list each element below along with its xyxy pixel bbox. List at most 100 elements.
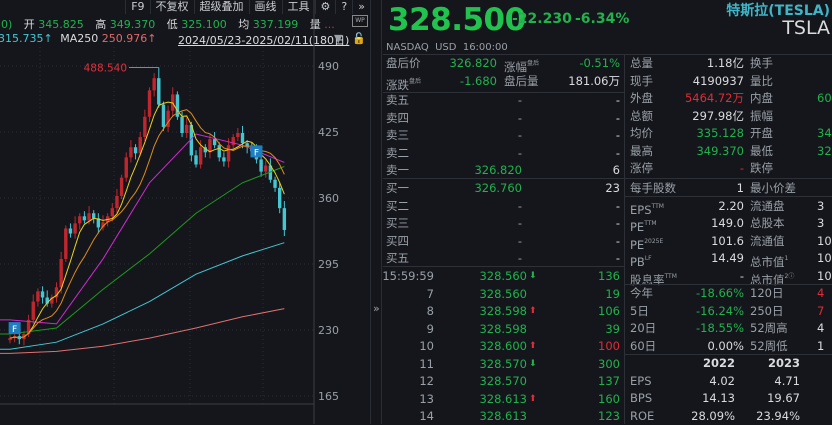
after-hours-value: 181.06万: [568, 73, 620, 88]
candle-body: [273, 179, 277, 188]
stat-label-sup: TTM: [651, 202, 664, 210]
candle-body: [185, 124, 189, 134]
divider: [383, 178, 624, 179]
stat-value-truncated: 1: [817, 338, 825, 353]
stat-label-text: 开盘: [750, 126, 773, 140]
bid-price: 326.760: [474, 181, 522, 195]
candle-body: [115, 195, 119, 209]
bid-qty: -: [615, 251, 620, 265]
stat-label: 20日: [630, 320, 656, 337]
ma250-line: [0, 308, 285, 354]
stat-label-text: 外盘: [630, 91, 653, 105]
financials-value: 4.71: [774, 373, 800, 388]
stat-value-truncated: 4: [817, 286, 825, 300]
y-tick-label: 165: [318, 390, 339, 403]
ask-price: -: [517, 110, 522, 125]
tick-time: 10: [419, 339, 434, 353]
stat-value: 14.49: [711, 251, 744, 265]
stat-label-text: 流通值: [750, 233, 785, 248]
ask-label: 卖一: [386, 163, 409, 177]
arrow-up-icon: ⬆: [529, 393, 537, 404]
stat-label-sup: 2ⓘ: [784, 272, 795, 280]
bid-price: -: [517, 233, 522, 248]
after-hours-value: 326.820: [449, 56, 497, 70]
collapse-icon[interactable]: »: [373, 302, 380, 315]
financials-value: 23.94%: [756, 408, 800, 423]
y-tick-label: 360: [318, 192, 339, 205]
stat-label: 120日: [750, 285, 783, 302]
stat-label: 开盘: [750, 125, 773, 142]
tick-qty: 123: [598, 409, 620, 423]
stat-value: 0.00%: [707, 338, 744, 353]
price-change-pct: -6.34%: [575, 11, 630, 27]
tick-price: 328.560: [479, 286, 527, 301]
stat-value: 1.18亿: [706, 56, 744, 70]
stat-label-text: 流通盘: [750, 198, 785, 213]
stat-label: PBLF: [630, 250, 652, 269]
after-hours-label-sup: 盘后: [527, 60, 540, 67]
stat-label-sup: TTM: [664, 272, 677, 280]
bid-price: -: [517, 251, 522, 265]
stat-value-truncated: 10: [817, 268, 832, 283]
stat-label: 振幅: [750, 108, 773, 125]
tick-time: 14: [419, 409, 434, 423]
stat-label-text: 均价: [630, 126, 653, 140]
stat-label-sup: TTM: [644, 220, 657, 227]
after-hours-label-text: 盘后价: [386, 56, 421, 70]
tick-qty: 106: [598, 304, 620, 318]
divider: [383, 92, 624, 93]
candlestick-chart[interactable]: 490 425 360 295 230 165 488.540 F F: [0, 0, 370, 424]
tick-time: 15:59:59: [382, 269, 434, 283]
tick-price: 328.570: [479, 356, 527, 371]
candle-body: [212, 139, 217, 146]
candle-body: [78, 216, 82, 224]
ask-label: 卖四: [386, 110, 409, 125]
stat-value: -: [739, 268, 744, 283]
tick-price: 328.598: [479, 304, 527, 318]
ask-price: -: [517, 128, 522, 142]
candle-body: [226, 145, 231, 162]
stat-value-truncated: 10: [817, 251, 832, 265]
stock-symbol: TSLA: [782, 17, 830, 39]
stat-label: 总额: [630, 108, 653, 125]
candle-body: [129, 147, 133, 158]
stat-label-text: 今年: [630, 286, 653, 300]
bid-price: -: [517, 216, 522, 230]
candle-body: [180, 116, 184, 134]
stat-label-text: 涨停: [630, 161, 653, 175]
stat-value: 4190937: [692, 73, 744, 88]
stat-label-text: 总额: [630, 108, 653, 123]
stat-label: 股息率TTM: [630, 268, 677, 287]
candle-body: [231, 137, 235, 146]
stat-label: 每手股数: [630, 180, 676, 197]
tick-time: 12: [419, 374, 434, 388]
stat-label-sup: 2025E: [644, 237, 664, 245]
ask-qty: -: [615, 110, 620, 125]
tick-qty: 136: [598, 269, 620, 283]
candle-body: [64, 228, 68, 259]
stat-label-text: 量比: [750, 73, 773, 88]
stat-value: -16.24%: [696, 303, 744, 318]
stat-label: 今年: [630, 285, 653, 302]
bid-label: 买四: [386, 233, 409, 248]
candle-body: [236, 133, 240, 138]
last-price: 328.500: [388, 2, 526, 38]
candle-body: [36, 291, 40, 302]
panel-divider[interactable]: »: [370, 0, 382, 424]
bid-price: -: [517, 198, 522, 213]
after-hours-value: -1.680: [459, 73, 497, 88]
tick-time: 9: [426, 321, 434, 336]
candle-body: [8, 338, 12, 341]
financials-label: BPS: [630, 391, 653, 405]
stat-label: 外盘: [630, 90, 653, 107]
stat-label-text: 120日: [750, 286, 784, 300]
stat-label-text: 最高: [630, 143, 653, 158]
tick-qty: 19: [605, 286, 620, 301]
stat-value: -18.55%: [696, 321, 744, 335]
stat-label: 总市值2ⓘ: [750, 268, 795, 287]
tick-price: 328.560: [479, 269, 527, 283]
y-tick-label: 295: [318, 258, 339, 271]
candle-body: [68, 228, 73, 234]
stat-label: 流通值: [750, 233, 785, 250]
y-tick-label: 490: [318, 60, 339, 73]
